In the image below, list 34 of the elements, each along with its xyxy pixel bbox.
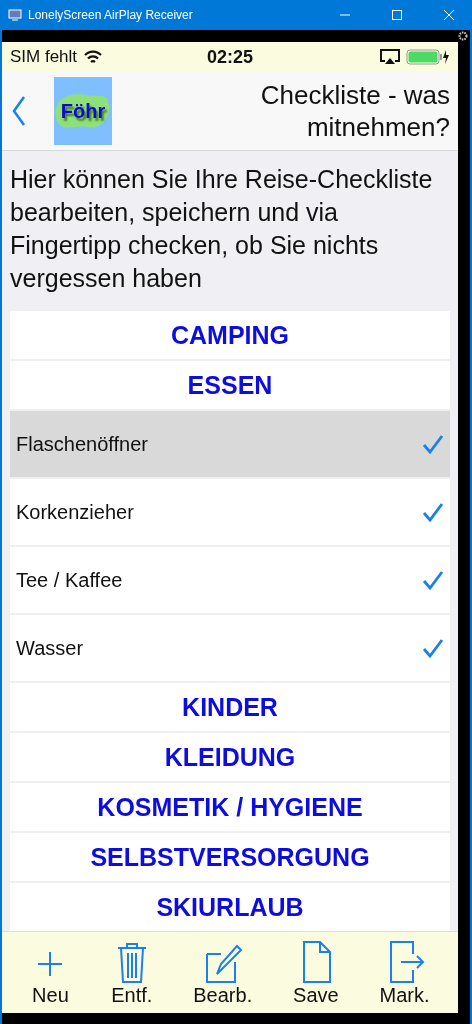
page-title: Checkliste - was mitnehmen? <box>259 79 450 143</box>
logo: Föhr <box>54 77 112 145</box>
checklist-row[interactable]: Flaschenöffner <box>10 411 450 477</box>
section-header[interactable]: KINDER <box>10 683 450 731</box>
wifi-icon <box>83 49 104 65</box>
back-icon[interactable] <box>12 95 26 127</box>
section-header[interactable]: CAMPING <box>10 311 450 359</box>
section-header[interactable]: SELBSTVERSORGUNG <box>10 833 450 881</box>
item-label: Tee / Kaffee <box>16 568 124 592</box>
toolbar-button[interactable]: Save <box>293 940 339 1007</box>
section-header[interactable]: KLEIDUNG <box>10 733 450 781</box>
airplay-icon <box>380 49 400 65</box>
checklist-row[interactable]: Tee / Kaffee <box>10 547 450 613</box>
section-header[interactable]: ESSEN <box>10 361 450 409</box>
toolbar-button[interactable]: Entf. <box>111 940 153 1007</box>
settings-icon[interactable] <box>458 31 468 41</box>
toolbar-button[interactable]: Mark. <box>379 940 430 1007</box>
intro-text: Hier können Sie Ihre Reise-Checkliste bearbeiten, speichern und via Fingertipp checken, ob Sie nichts vergessen haben <box>9 164 434 294</box>
battery-icon <box>406 49 450 65</box>
toolbar-button[interactable]: Bearb. <box>193 940 253 1007</box>
maximize-icon <box>392 10 402 20</box>
window-title: LonelyScreen AirPlay Receiver <box>28 8 194 22</box>
checklist-row[interactable]: Korkenzieher <box>10 479 450 545</box>
item-label: Flaschenöffner <box>16 432 149 456</box>
carrier-text: SIM fehlt <box>10 47 78 67</box>
monitor-icon <box>8 9 22 21</box>
clock-text: 02:25 <box>207 46 254 68</box>
item-label: Wasser <box>16 636 85 660</box>
checklist-row[interactable]: Wasser <box>10 615 450 681</box>
toolbar-button[interactable]: Neu <box>30 940 71 1007</box>
item-label: Korkenzieher <box>16 500 135 524</box>
section-header[interactable]: SKIURLAUB <box>10 883 450 931</box>
section-header[interactable]: KOSMETIK / HYGIENE <box>10 783 450 831</box>
close-icon <box>444 10 454 20</box>
